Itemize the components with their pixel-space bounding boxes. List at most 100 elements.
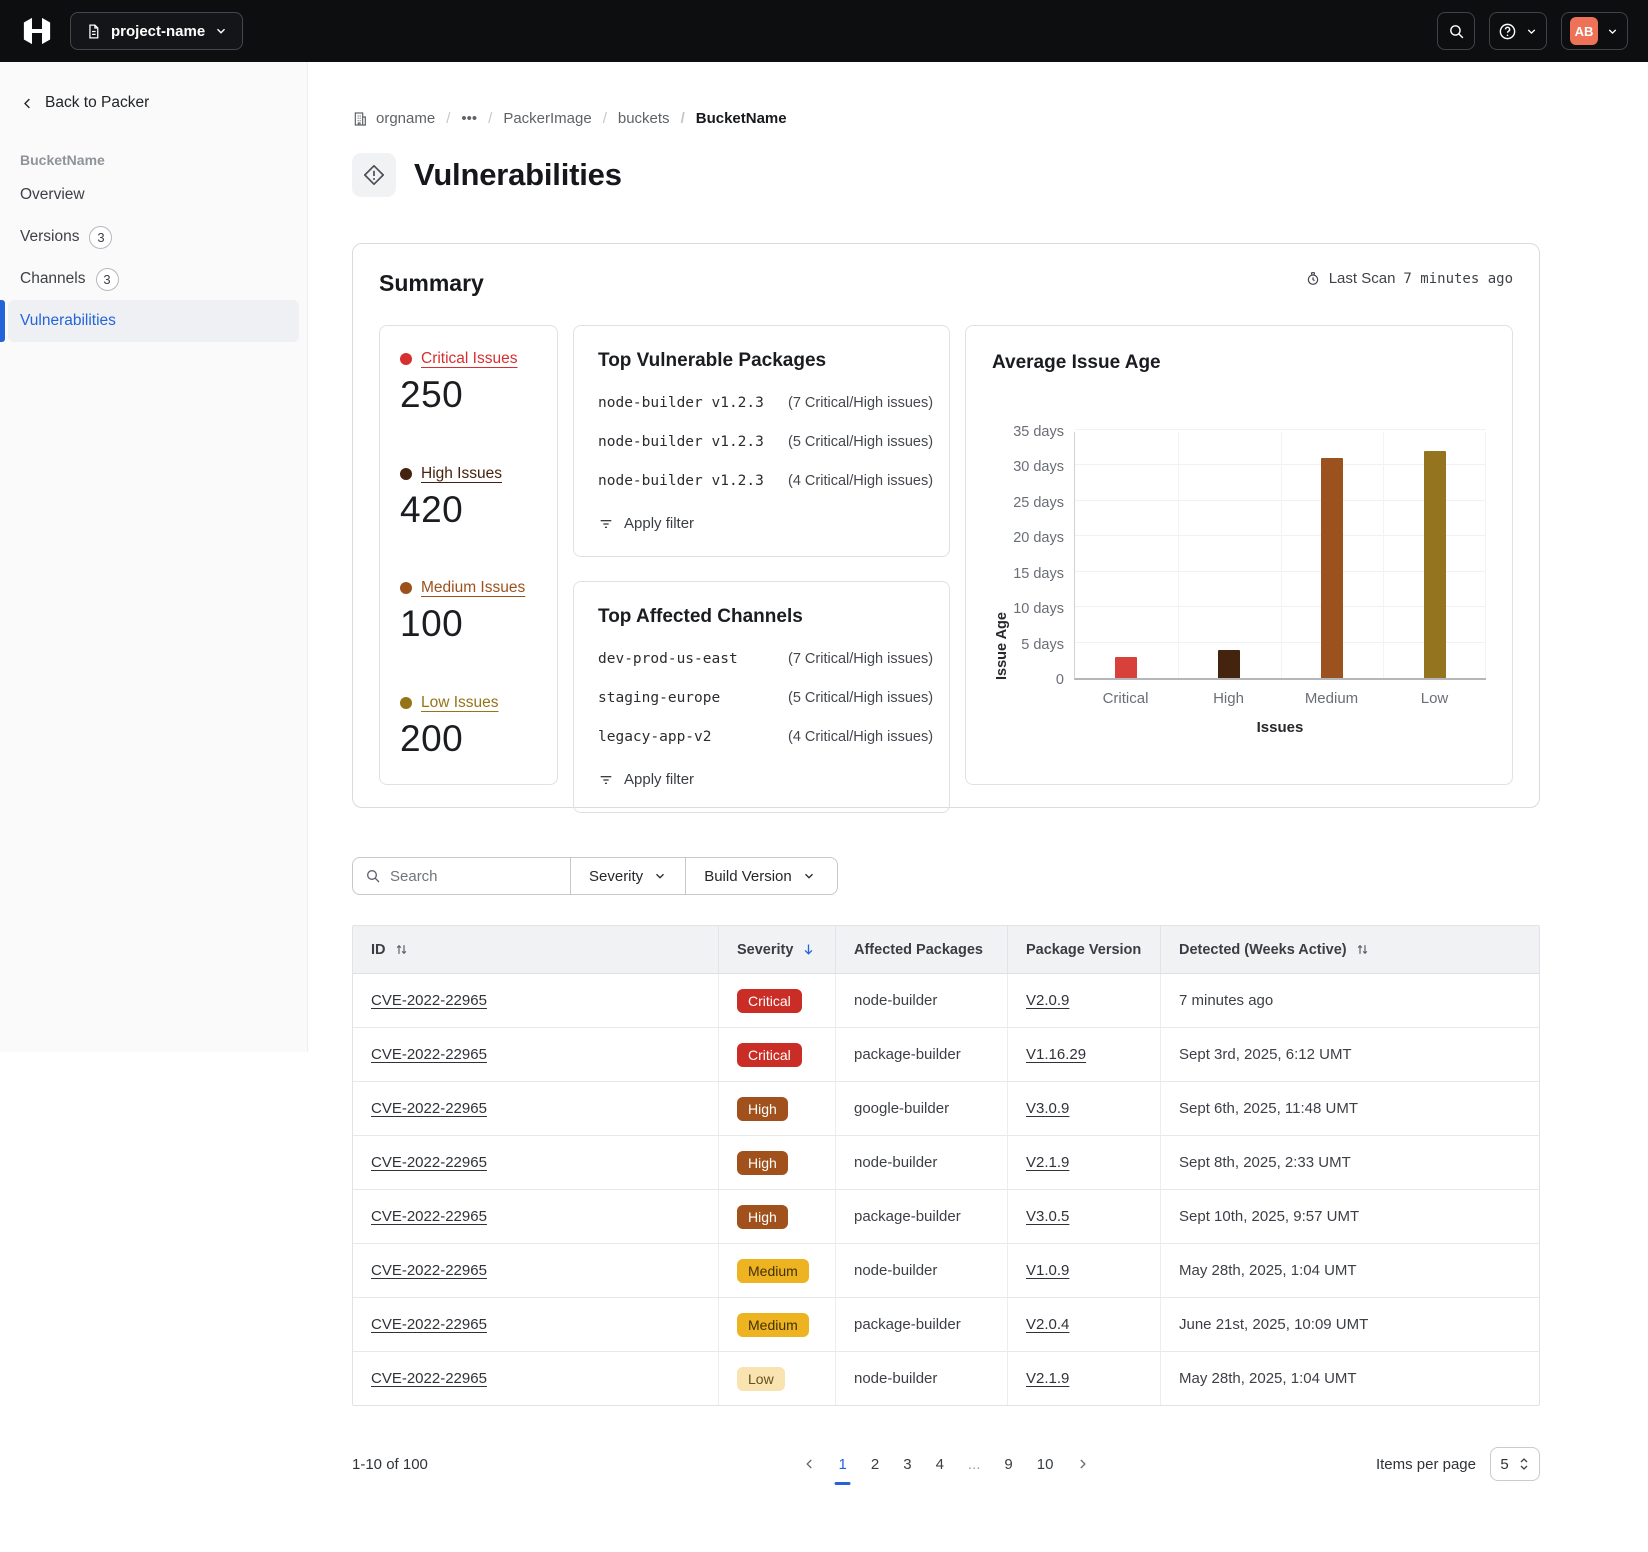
cve-link[interactable]: CVE-2022-22965 (371, 1262, 487, 1279)
breadcrumb-item[interactable]: buckets (592, 110, 670, 127)
y-axis-tick: 15 days (1013, 566, 1064, 582)
package-name: package-builder (854, 1208, 961, 1225)
next-page-button[interactable] (1069, 1451, 1095, 1477)
page-title: Vulnerabilities (414, 157, 622, 193)
package-version-cell: V2.0.4 (1008, 1298, 1161, 1351)
summary-card: Summary Last Scan 7 minutes ago Critical… (352, 243, 1540, 808)
page-number-button[interactable]: 2 (863, 1450, 887, 1479)
sidebar-item[interactable]: Overview (8, 174, 299, 216)
version-link[interactable]: V2.1.9 (1026, 1154, 1069, 1171)
detected-value: May 28th, 2025, 1:04 UMT (1179, 1262, 1357, 1279)
sidebar-item-label: Overview (20, 186, 85, 204)
sidebar-item-label: Versions (20, 228, 79, 246)
detected-value: June 21st, 2025, 10:09 UMT (1179, 1316, 1368, 1333)
package-name: package-builder (854, 1046, 961, 1063)
hashicorp-logo-icon[interactable] (20, 14, 54, 48)
column-header-affected-packages[interactable]: Affected Packages (836, 926, 1008, 973)
back-to-packer-link[interactable]: Back to Packer (8, 88, 299, 118)
affected-package-cell: node-builder (836, 1352, 1008, 1405)
breadcrumb-item[interactable]: BucketName (670, 110, 787, 127)
page-title-row: Vulnerabilities (352, 153, 1540, 197)
version-link[interactable]: V3.0.5 (1026, 1208, 1069, 1225)
breadcrumb-item[interactable]: ••• (435, 110, 477, 127)
detected-value: Sept 6th, 2025, 11:48 UMT (1179, 1100, 1358, 1117)
cve-link[interactable]: CVE-2022-22965 (371, 1046, 487, 1063)
build-version-filter-label: Build Version (704, 868, 792, 885)
package-version-header-label: Package Version (1026, 942, 1141, 958)
version-link[interactable]: V2.1.9 (1026, 1370, 1069, 1387)
severity-cell: Low (719, 1352, 836, 1405)
version-link[interactable]: V1.0.9 (1026, 1262, 1069, 1279)
version-link[interactable]: V3.0.9 (1026, 1100, 1069, 1117)
table-body: CVE-2022-22965 Critical node-builder V2.… (353, 974, 1539, 1405)
cve-link[interactable]: CVE-2022-22965 (371, 1154, 487, 1171)
affected-package-cell: package-builder (836, 1298, 1008, 1351)
page-number-button[interactable]: 10 (1029, 1450, 1062, 1479)
apply-filter-button[interactable]: Apply filter (598, 771, 694, 788)
top-vulnerable-packages-list: node-builder v1.2.3 (7 Critical/High iss… (598, 395, 925, 489)
help-menu-button[interactable] (1489, 12, 1547, 50)
sidebar-item[interactable]: Vulnerabilities (8, 300, 299, 342)
severity-stat-link[interactable]: Low Issues (421, 694, 499, 712)
version-link[interactable]: V2.0.9 (1026, 992, 1069, 1009)
severity-cell: Critical (719, 974, 836, 1027)
channel-issue-count: (5 Critical/High issues) (788, 690, 933, 706)
stat-label-row: Critical Issues (400, 350, 537, 368)
build-version-filter-dropdown[interactable]: Build Version (686, 858, 834, 894)
severity-filter-dropdown[interactable]: Severity (571, 858, 686, 894)
account-menu-button[interactable]: AB (1561, 12, 1628, 50)
id-header-label: ID (371, 942, 386, 958)
project-selector[interactable]: project-name (70, 12, 243, 50)
column-header-detected[interactable]: Detected (Weeks Active) (1161, 926, 1539, 973)
channel-issue-count: (4 Critical/High issues) (788, 729, 933, 745)
severity-dot-icon (400, 468, 412, 480)
search-input[interactable] (390, 868, 540, 885)
sidebar-item-label: Channels (20, 270, 86, 288)
severity-dot-icon (400, 353, 412, 365)
items-per-page-value: 5 (1500, 1456, 1508, 1473)
package-issue-count: (5 Critical/High issues) (788, 434, 933, 450)
severity-filter-label: Severity (589, 868, 643, 885)
back-to-packer-label: Back to Packer (45, 94, 149, 112)
bar-medium (1321, 458, 1343, 678)
cve-link[interactable]: CVE-2022-22965 (371, 1208, 487, 1225)
page-number-button[interactable]: 4 (928, 1450, 952, 1479)
bar-slot (1281, 458, 1384, 678)
y-axis-tick: 30 days (1013, 459, 1064, 475)
page-number-button[interactable]: 3 (895, 1450, 919, 1479)
breadcrumb-item[interactable]: PackerImage (477, 110, 592, 127)
sort-icon (394, 942, 409, 957)
page-number-button[interactable]: 9 (996, 1450, 1020, 1479)
chart-title: Average Issue Age (992, 352, 1486, 374)
severity-stat-link[interactable]: Critical Issues (421, 350, 517, 368)
x-axis-category: Low (1383, 690, 1486, 707)
cve-link[interactable]: CVE-2022-22965 (371, 1316, 487, 1333)
sidebar-item[interactable]: Versions 3 (8, 216, 299, 258)
column-header-package-version[interactable]: Package Version (1008, 926, 1161, 973)
column-header-severity[interactable]: Severity (719, 926, 836, 973)
previous-page-button[interactable] (797, 1451, 823, 1477)
page-number-button[interactable]: 1 (831, 1450, 855, 1479)
package-name: node-builder (854, 1154, 937, 1171)
column-header-id[interactable]: ID (353, 926, 719, 973)
version-link[interactable]: V2.0.4 (1026, 1316, 1069, 1333)
cve-link[interactable]: CVE-2022-22965 (371, 992, 487, 1009)
items-per-page-select[interactable]: 5 (1490, 1447, 1540, 1481)
apply-filter-label: Apply filter (624, 515, 694, 532)
search-button[interactable] (1437, 12, 1475, 50)
severity-badge: High (737, 1097, 788, 1121)
table-row: CVE-2022-22965 Critical node-builder V2.… (353, 974, 1539, 1028)
package-issue-count: (4 Critical/High issues) (788, 473, 933, 489)
affected-package-cell: node-builder (836, 974, 1008, 1027)
version-link[interactable]: V1.16.29 (1026, 1046, 1086, 1063)
cve-link[interactable]: CVE-2022-22965 (371, 1370, 487, 1387)
nav-left: project-name (20, 12, 243, 50)
bar-low (1424, 451, 1446, 678)
breadcrumb-item[interactable]: orgname (376, 110, 435, 127)
affected-package-cell: node-builder (836, 1244, 1008, 1297)
severity-stat-link[interactable]: Medium Issues (421, 579, 525, 597)
sidebar-item[interactable]: Channels 3 (8, 258, 299, 300)
cve-link[interactable]: CVE-2022-22965 (371, 1100, 487, 1117)
apply-filter-button[interactable]: Apply filter (598, 515, 694, 532)
severity-stat-link[interactable]: High Issues (421, 465, 502, 483)
